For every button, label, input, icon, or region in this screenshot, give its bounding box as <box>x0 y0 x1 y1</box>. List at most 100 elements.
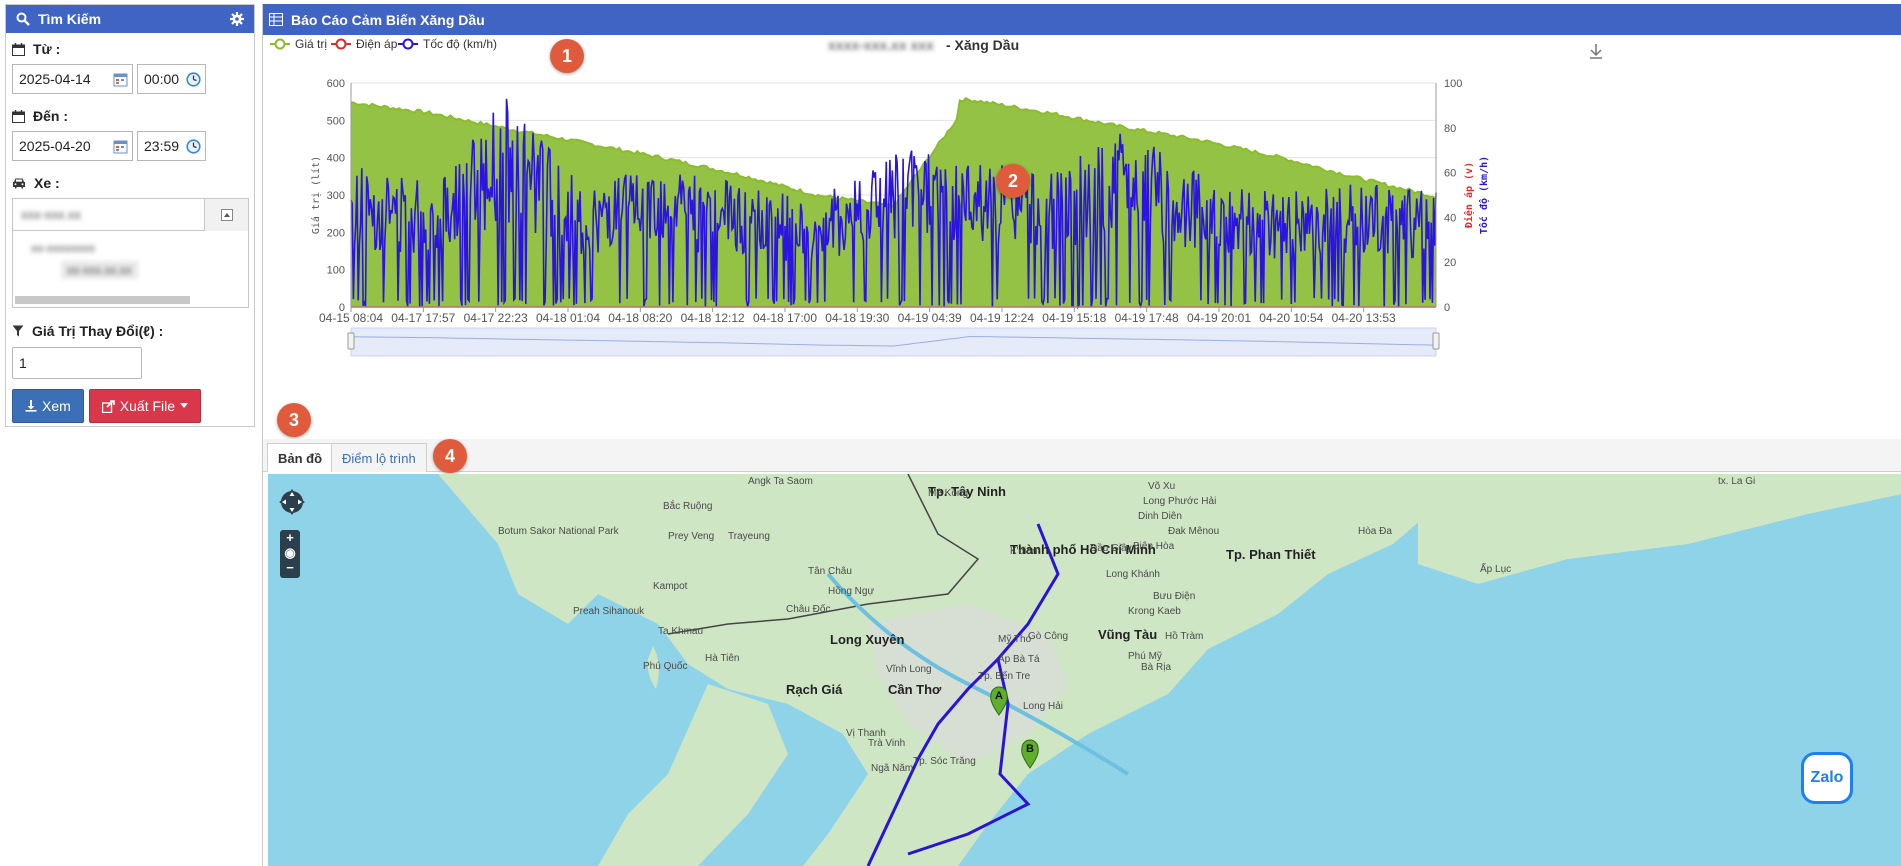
date-picker-icon[interactable] <box>113 139 128 154</box>
gear-icon[interactable] <box>228 10 246 28</box>
map-place-label: Botum Sakor National Park <box>498 526 620 537</box>
map-place-label: Bà Rịa <box>1141 662 1171 673</box>
map-place-label: Gò Công <box>1028 631 1068 642</box>
map-place-label: Long Phước Hải <box>1143 496 1216 507</box>
y-tick-right: 20 <box>1444 257 1456 269</box>
chart-title: - Xăng Dầu <box>946 37 1019 53</box>
map-place-label: Kampot <box>653 581 688 592</box>
y-tick-left: 100 <box>327 265 345 277</box>
map-place-label: Long Xuyên <box>830 632 904 647</box>
map-place-label: Ta Khmau <box>658 626 703 637</box>
table-icon <box>269 13 283 26</box>
y-tick-left: 600 <box>327 78 345 90</box>
view-button[interactable]: Xem <box>12 389 84 423</box>
y-tick-right: 100 <box>1444 78 1462 90</box>
map-place-label: Tp. Sóc Trăng <box>913 756 976 767</box>
horizontal-scrollbar[interactable] <box>15 296 190 304</box>
y-tick-left: 500 <box>327 115 345 127</box>
from-date-input[interactable]: 2025-04-14 <box>12 64 133 94</box>
search-panel-header: Tìm Kiếm <box>6 5 254 33</box>
land-delta <box>598 684 788 866</box>
y-axis-title-left: Giá trị (lít) <box>310 156 322 234</box>
navigator-handle-right[interactable] <box>1432 332 1440 350</box>
legend-item-label: Tốc độ (km/h) <box>423 37 497 51</box>
map-place-label: Đak Mênou <box>1168 526 1219 537</box>
zoom-out-icon[interactable]: − <box>280 560 300 575</box>
y-tick-right: 40 <box>1444 212 1456 224</box>
change-value: 1 <box>19 355 27 371</box>
map-place-label: Angk Ta Saom <box>748 476 813 487</box>
map-place-label: Preah Sihanouk <box>573 606 645 617</box>
globe-icon[interactable]: ◉ <box>280 545 300 560</box>
map-place-label: Vị Thanh <box>846 728 886 739</box>
from-label-row: Từ : <box>12 41 254 57</box>
tab-route-points[interactable]: Điểm lộ trình <box>331 443 427 472</box>
vehicle-option[interactable]: xx-xxx.xx.xx <box>61 261 138 279</box>
x-tick-label: 04-15 08:04 <box>319 311 383 325</box>
map-view[interactable]: A B Tp. Tây Ninh Thành phố Hồ Chí Minh Tp. P… <box>268 474 1901 866</box>
map-place-label: Biên Hòa <box>1133 541 1175 552</box>
export-button[interactable]: Xuất File <box>88 389 202 423</box>
navigator-handle-left[interactable] <box>347 332 355 350</box>
change-label: Giá Trị Thay Đổi(ℓ) : <box>32 323 164 339</box>
y-tick-right: 0 <box>1444 302 1450 314</box>
map-place-label: Trà Vinh <box>868 738 905 749</box>
map-place-label: Mỹ Tho <box>998 634 1032 645</box>
export-file-icon <box>101 399 115 413</box>
map-place-label: Long Hải <box>1023 701 1063 712</box>
from-date-value: 2025-04-14 <box>19 71 91 87</box>
vehicle-selected-value: xxx-xxx.xx <box>21 207 81 222</box>
y-tick-right: 60 <box>1444 168 1456 180</box>
x-tick-label: 04-19 04:39 <box>898 311 962 325</box>
from-time-input[interactable]: 00:00 <box>137 64 206 94</box>
map-place-label: Tân Châu <box>808 566 852 577</box>
calendar-icon <box>12 109 25 123</box>
map-place-label: K'diont <box>1010 546 1040 557</box>
zalo-chat-button[interactable]: Zalo <box>1801 752 1853 804</box>
map-zoom-control[interactable]: + ◉ − <box>280 530 300 578</box>
clock-icon[interactable] <box>186 139 201 154</box>
tab-map[interactable]: Bản đồ <box>267 443 334 472</box>
map-place-label: Ngã Năm <box>871 763 913 774</box>
x-tick-label: 04-18 17:00 <box>753 311 817 325</box>
map-pan-control[interactable] <box>277 487 307 517</box>
change-value-input[interactable]: 1 <box>12 347 142 379</box>
clock-icon[interactable] <box>186 72 201 87</box>
from-label: Từ : <box>33 41 61 57</box>
x-tick-label: 04-20 13:53 <box>1332 311 1396 325</box>
zoom-in-icon[interactable]: + <box>280 530 300 545</box>
change-label-row: Giá Trị Thay Đổi(ℓ) : <box>12 323 254 339</box>
map-place-label: Châu Đốc <box>786 603 830 615</box>
map-place-label: Dầu Giây <box>1090 542 1132 554</box>
range-navigator[interactable] <box>350 327 1437 357</box>
y-tick-left: 200 <box>327 227 345 239</box>
to-date-input[interactable]: 2025-04-20 <box>12 131 133 161</box>
route-marker-label: A <box>995 690 1003 702</box>
x-tick-label: 04-17 17:57 <box>391 311 455 325</box>
map-place-label: Mê Kông <box>928 488 968 499</box>
map-place-label: Long Khánh <box>1106 569 1160 580</box>
date-picker-icon[interactable] <box>113 72 128 87</box>
x-tick-label: 04-19 15:18 <box>1042 311 1106 325</box>
vehicle-select[interactable]: xxx-xxx.xx xx-xxxxxxxx xx-xxx.xx.xx <box>12 198 249 308</box>
step-badge-2: 2 <box>996 164 1030 198</box>
y-tick-right: 80 <box>1444 123 1456 135</box>
map-place-label: Dinh Diên <box>1138 511 1182 522</box>
vehicle-toggle-button[interactable] <box>204 199 248 231</box>
fuel-chart: 600500400300200100010080604020004-15 08:… <box>270 37 1602 357</box>
x-tick-label: 04-17 22:23 <box>464 311 528 325</box>
map-place-label: Ấp Lục <box>1480 562 1511 575</box>
y-tick-left: 400 <box>327 153 345 165</box>
map-place-label: Ấp Bà Tá <box>998 652 1040 665</box>
y-tick-left: 300 <box>327 190 345 202</box>
to-label: Đến : <box>33 108 68 124</box>
calendar-icon <box>12 42 25 56</box>
chevron-up-icon <box>220 209 233 221</box>
to-time-input[interactable]: 23:59 <box>137 131 206 161</box>
map-canvas[interactable]: ABTp. Tây NinhThành phố Hồ Chí Minh Tp. P… <box>268 474 1901 866</box>
vehicle-option[interactable]: xx-xxxxxxxx <box>31 241 248 255</box>
map-place-label: Hồ Tràm <box>1165 630 1203 642</box>
chart-export-icon[interactable] <box>1590 44 1602 59</box>
map-place-label: Phú Mỹ <box>1128 651 1162 662</box>
x-tick-label: 04-18 19:30 <box>825 311 889 325</box>
